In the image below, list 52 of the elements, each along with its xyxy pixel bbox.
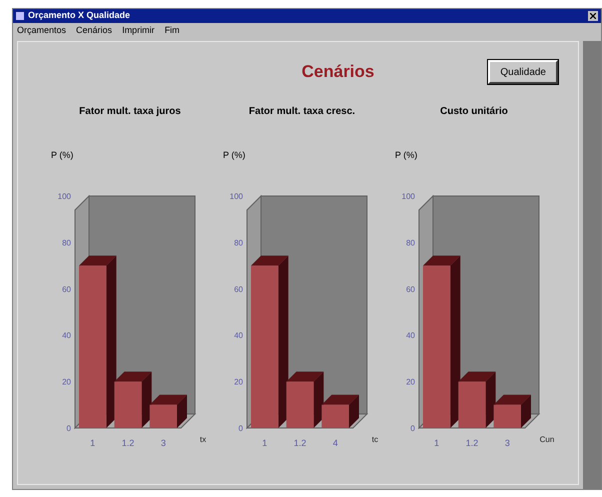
- axis-label: P (%): [395, 150, 418, 160]
- chart-bar: [494, 404, 521, 428]
- axis-label: P (%): [223, 150, 246, 160]
- tick-label: 100: [402, 192, 415, 201]
- category-label: 3: [160, 438, 166, 448]
- quality-button[interactable]: Qualidade: [488, 60, 558, 84]
- close-icon: [590, 13, 596, 19]
- category-label: 1: [434, 438, 440, 448]
- window-title: Orçamento X Qualidade: [28, 9, 132, 22]
- chart-title: Custo unitário: [440, 105, 508, 119]
- tick-label: 40: [62, 331, 71, 340]
- tick-label: 20: [234, 378, 243, 387]
- tick-label: 60: [406, 284, 415, 294]
- chart-bar: [458, 382, 486, 428]
- chart-title: Fator mult. taxa cresc.: [248, 105, 356, 119]
- tick-label: 0: [238, 424, 243, 433]
- chart-bar: [114, 382, 142, 428]
- category-label: 4: [332, 438, 338, 448]
- tick-label: 0: [66, 424, 71, 433]
- tick-label: 100: [58, 192, 71, 201]
- menu-item[interactable]: Orçamentos: [17, 24, 66, 38]
- app-icon: [16, 12, 24, 20]
- tick-label: 100: [230, 192, 243, 201]
- tick-label: 60: [234, 284, 243, 294]
- category-label: 1: [90, 438, 96, 448]
- category-label: 1.2: [294, 438, 306, 448]
- tick-label: 80: [62, 238, 71, 248]
- tick-label: 40: [234, 331, 243, 340]
- chart-bar: [150, 404, 177, 428]
- menu-item[interactable]: Imprimir: [122, 24, 155, 38]
- category-label: 1.2: [122, 438, 134, 448]
- close-button[interactable]: [588, 11, 598, 21]
- category-label: 1.2: [466, 438, 478, 448]
- chart-bar: [322, 404, 349, 428]
- tick-label: 80: [406, 238, 415, 248]
- category-label: 1: [262, 438, 268, 448]
- axis-label: tc: [372, 435, 378, 444]
- tick-label: 60: [62, 284, 71, 294]
- axis-label: P (%): [51, 150, 74, 160]
- chart-bar: [286, 382, 314, 428]
- menu-item[interactable]: Fim: [164, 24, 180, 38]
- page-heading: Cenários: [302, 61, 374, 84]
- axis-label: Cun: [540, 435, 554, 444]
- axis-label: tx: [200, 435, 206, 444]
- tick-label: 40: [406, 331, 415, 340]
- category-label: 3: [504, 438, 510, 448]
- tick-label: 80: [234, 238, 243, 248]
- tick-label: 0: [410, 424, 415, 433]
- chart-title: Fator mult. taxa juros: [79, 105, 181, 119]
- tick-label: 20: [62, 378, 71, 387]
- menu-item[interactable]: Cenários: [76, 24, 112, 38]
- tick-label: 20: [406, 378, 415, 387]
